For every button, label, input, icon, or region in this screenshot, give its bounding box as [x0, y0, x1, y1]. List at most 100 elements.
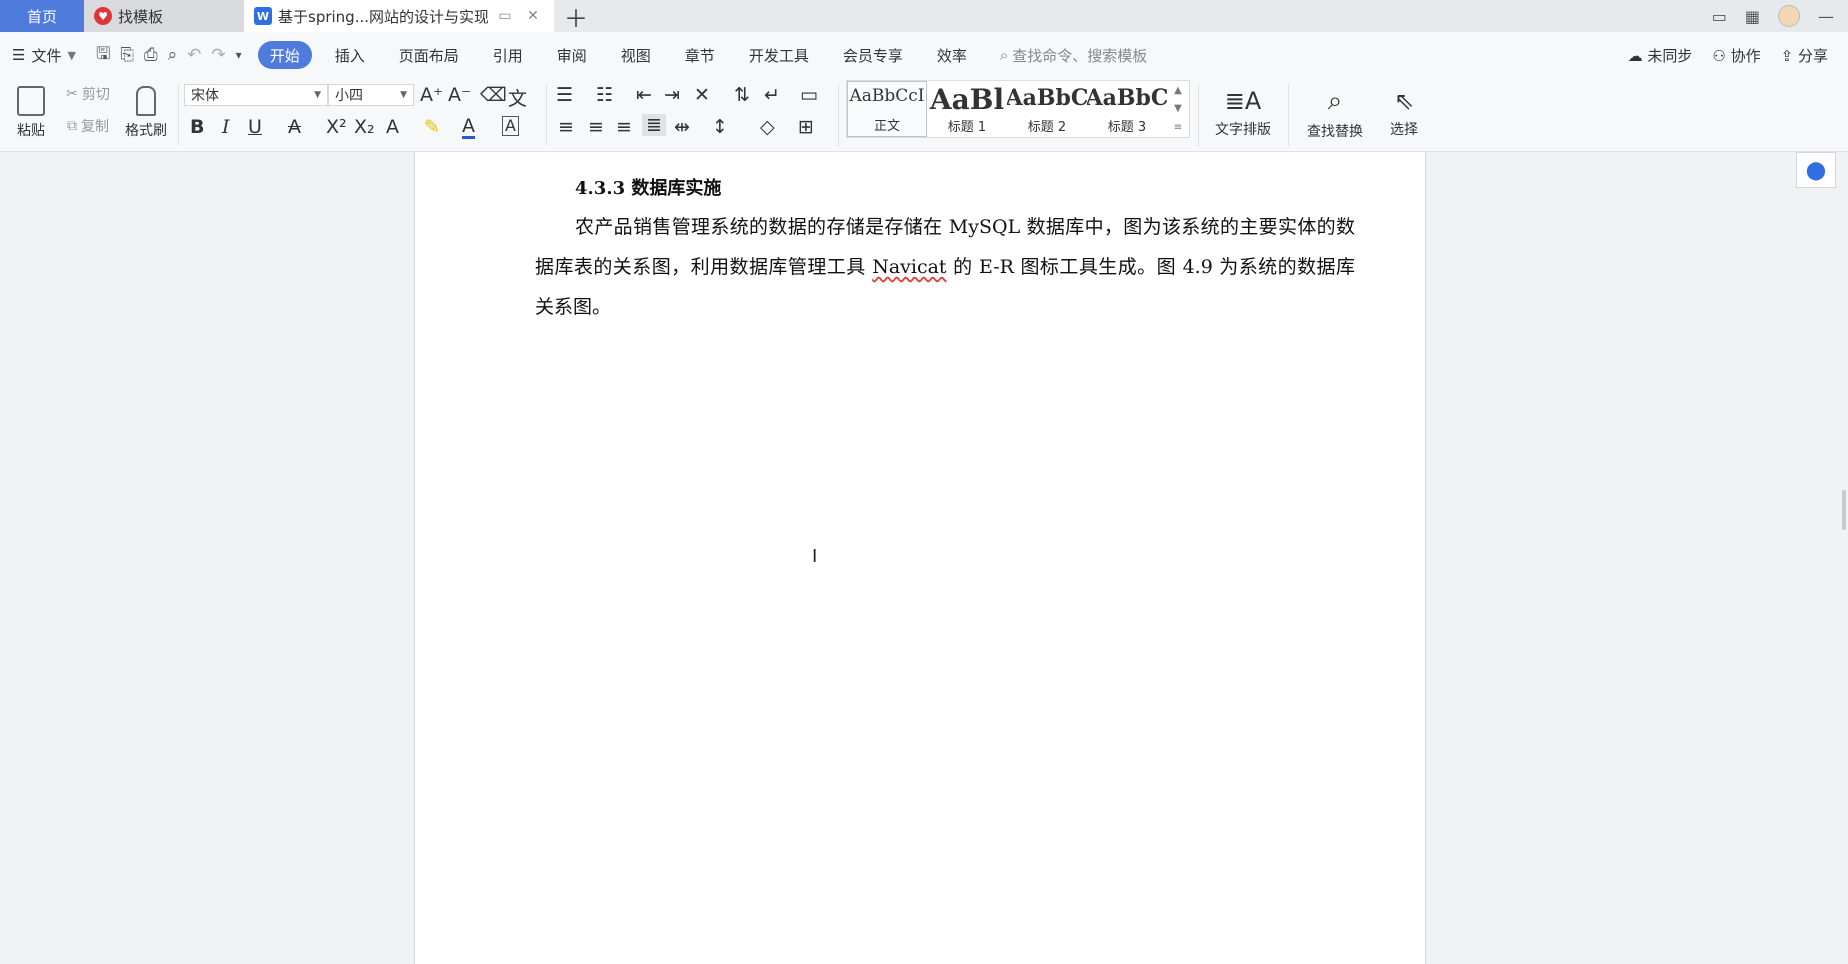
- select-button[interactable]: ⇖ 选择: [1380, 82, 1428, 144]
- style-sample: AaBbCcI: [849, 86, 925, 106]
- share-label: 分享: [1797, 46, 1828, 65]
- ruler-icon[interactable]: ▭: [800, 84, 818, 106]
- copy-button[interactable]: ⧉ 复制: [58, 116, 118, 136]
- bullet-list-icon[interactable]: ☰: [556, 84, 573, 106]
- increase-indent-icon[interactable]: ⇥: [664, 84, 680, 106]
- paste-button[interactable]: 粘贴: [8, 82, 54, 144]
- tab-document[interactable]: W 基于spring...网站的设计与实现 ▭ ✕: [244, 0, 554, 32]
- bold-icon[interactable]: B: [190, 116, 204, 138]
- tab-page-layout[interactable]: 页面布局: [382, 41, 476, 69]
- font-color-icon[interactable]: A: [462, 116, 475, 139]
- sync-button[interactable]: ☁ 未同步: [1628, 45, 1693, 66]
- shading-icon[interactable]: ◇: [760, 116, 775, 138]
- paste-label: 粘贴: [17, 123, 45, 139]
- redo-icon[interactable]: ↷: [211, 45, 225, 65]
- grow-font-icon[interactable]: A⁺: [420, 84, 443, 106]
- add-tab-button[interactable]: ＋: [554, 0, 598, 33]
- copy-label: 复制: [81, 119, 109, 135]
- file-menu-button[interactable]: ☰ 文件 ▼: [0, 45, 88, 66]
- justify-icon[interactable]: ≣: [642, 114, 666, 136]
- align-center-icon[interactable]: ≡: [588, 116, 604, 138]
- tab-chapter[interactable]: 章节: [668, 41, 732, 69]
- superscript-icon[interactable]: X²: [326, 116, 347, 138]
- clear-format-icon[interactable]: ⌫: [480, 84, 507, 106]
- tab-insert[interactable]: 插入: [318, 41, 382, 69]
- vertical-scrollbar[interactable]: [1842, 490, 1846, 530]
- style-heading-1[interactable]: AaBl 标题 1: [927, 81, 1007, 137]
- text-layout-button[interactable]: ≣A 文字排版: [1206, 82, 1280, 144]
- print-icon[interactable]: ⎙: [144, 45, 158, 65]
- tab-references[interactable]: 引用: [476, 41, 540, 69]
- decrease-indent-icon[interactable]: ⇤: [636, 84, 652, 106]
- collab-button[interactable]: ⚇ 协作: [1712, 45, 1760, 66]
- numbered-list-icon[interactable]: ☷: [596, 84, 613, 106]
- minimize-icon[interactable]: —: [1818, 7, 1834, 26]
- show-marks-icon[interactable]: ↵: [764, 84, 780, 106]
- location-pin-icon[interactable]: ⬤: [1796, 152, 1836, 188]
- chinese-layout-icon[interactable]: ✕: [694, 84, 710, 106]
- distribute-icon[interactable]: ⇹: [674, 116, 690, 138]
- format-painter-button[interactable]: 格式刷: [120, 82, 172, 144]
- command-search[interactable]: ⌕ 查找命令、搜索模板: [1000, 45, 1147, 66]
- align-right-icon[interactable]: ≡: [616, 116, 632, 138]
- tab-template-label: 找模板: [118, 7, 164, 26]
- layout-toggle-icon[interactable]: ▭: [1712, 7, 1727, 26]
- export-pdf-icon[interactable]: ⎘: [120, 45, 134, 65]
- line-spacing-icon[interactable]: ↕: [712, 116, 728, 138]
- find-replace-button[interactable]: ⌕ 查找替换: [1298, 82, 1372, 144]
- sort-icon[interactable]: ⇅: [734, 84, 750, 106]
- user-icon: ⚇: [1712, 46, 1726, 65]
- highlight-icon[interactable]: ✎: [424, 116, 440, 138]
- font-size-select[interactable]: 小四 ▼: [328, 84, 414, 106]
- tab-developer[interactable]: 开发工具: [732, 41, 826, 69]
- chevron-up-icon[interactable]: ▲: [1174, 85, 1182, 96]
- tab-review[interactable]: 审阅: [540, 41, 604, 69]
- cut-button[interactable]: ✂ 剪切: [58, 84, 118, 104]
- strikethrough-icon[interactable]: A: [288, 116, 301, 138]
- borders-icon[interactable]: ⊞: [798, 116, 814, 138]
- ribbon-divider: [838, 84, 839, 146]
- shrink-font-icon[interactable]: A⁻: [448, 84, 471, 106]
- char-border-icon[interactable]: A: [502, 116, 519, 136]
- monitor-icon[interactable]: ▭: [494, 8, 516, 24]
- ribbon-toolbar: 粘贴 ✂ 剪切 ⧉ 复制 格式刷 宋体 ▼ 小四 ▼ A⁺ A⁻ ⌫ 文 B I U A…: [0, 78, 1848, 152]
- chevron-down-icon: ▼: [400, 90, 407, 100]
- customize-toolbar-icon[interactable]: ▾: [236, 48, 242, 62]
- undo-icon[interactable]: ↶: [187, 45, 201, 65]
- body-paragraph: 农产品销售管理系统的数据的存储是存储在 MySQL 数据库中，图为该系统的主要实…: [535, 207, 1355, 327]
- text-effect-icon[interactable]: A: [386, 116, 399, 138]
- expand-icon[interactable]: ≡: [1174, 122, 1182, 133]
- save-icon[interactable]: 🖫: [96, 41, 110, 70]
- document-page[interactable]: 4.3.3 数据库实施 农产品销售管理系统的数据的存储是存储在 MySQL 数据…: [414, 152, 1426, 964]
- subscript-icon[interactable]: X₂: [354, 116, 375, 138]
- brush-icon: [136, 86, 156, 116]
- format-painter-label: 格式刷: [125, 123, 167, 139]
- share-button[interactable]: ⇪ 分享: [1781, 45, 1828, 66]
- grid-apps-icon[interactable]: ▦: [1745, 7, 1760, 26]
- align-left-icon[interactable]: ≡: [558, 116, 574, 138]
- tab-template[interactable]: ♥ 找模板: [84, 0, 244, 32]
- font-name-value: 宋体: [191, 88, 219, 104]
- tab-efficiency[interactable]: 效率: [920, 41, 984, 69]
- tab-view[interactable]: 视图: [604, 41, 668, 69]
- hamburger-icon: ☰: [12, 46, 26, 64]
- underline-icon[interactable]: U: [248, 116, 262, 138]
- font-name-select[interactable]: 宋体 ▼: [184, 84, 328, 106]
- magnifier-icon: ⌕: [1327, 85, 1343, 116]
- close-tab-icon[interactable]: ✕: [522, 8, 544, 24]
- tab-start[interactable]: 开始: [257, 41, 312, 69]
- chevron-down-icon[interactable]: ▼: [1174, 103, 1182, 114]
- italic-icon[interactable]: I: [222, 116, 230, 138]
- print-preview-icon[interactable]: ⌕: [168, 45, 178, 65]
- phonetic-guide-icon[interactable]: 文: [508, 84, 527, 111]
- style-normal[interactable]: AaBbCcI 正文: [847, 81, 927, 137]
- chevron-down-icon: ▼: [314, 90, 321, 100]
- style-heading-3[interactable]: AaBbC 标题 3: [1087, 81, 1167, 137]
- tab-member[interactable]: 会员专享: [826, 41, 920, 69]
- cloud-icon: ☁: [1627, 46, 1643, 65]
- style-heading-2[interactable]: AaBbC 标题 2: [1007, 81, 1087, 137]
- section-heading: 4.3.3 数据库实施: [575, 178, 722, 199]
- tab-home[interactable]: 首页: [0, 0, 84, 32]
- styles-scroll[interactable]: ▲ ▼ ≡: [1167, 81, 1189, 137]
- avatar[interactable]: [1778, 5, 1800, 27]
